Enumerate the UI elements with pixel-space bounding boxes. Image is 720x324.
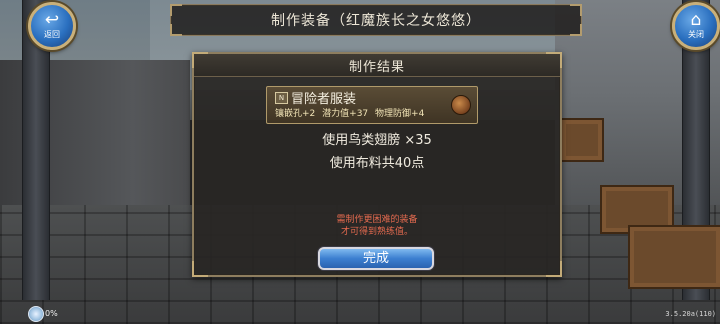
warning-text: 需制作更困难的装备 (336, 215, 418, 225)
corner-ornament (570, 24, 582, 36)
dialog-title: 制作结果 (194, 54, 560, 77)
warning-text: 才可得到熟练值。 (340, 227, 413, 237)
status-percent: 0% (45, 309, 58, 318)
corner-ornament (546, 261, 562, 277)
item-name: 冒险者服装 (291, 92, 357, 107)
material-line: 使用鸟类翅膀 ×35 (322, 133, 432, 148)
close-button[interactable]: ⌂ 关闭 (672, 2, 720, 50)
network-status-icon (28, 306, 44, 322)
corner-ornament (170, 24, 182, 36)
close-button-label: 关闭 (688, 30, 704, 39)
title-bar: 制作装备（红魔族长之女悠悠） (170, 4, 582, 36)
cloth-armor-icon (451, 95, 471, 115)
back-arrow-icon: ↩ (44, 10, 60, 30)
corner-ornament (192, 261, 208, 277)
material-line: 使用布料共40点 (329, 156, 425, 171)
item-grade-badge-icon: N (275, 92, 288, 104)
back-button-label: 返回 (44, 30, 60, 39)
item-stat: 物理防御+4 (375, 109, 425, 119)
item-stat: 潜力值+37 (322, 109, 369, 119)
item-stat: 镶嵌孔+2 (275, 109, 316, 119)
done-button[interactable]: 完成 (318, 247, 434, 270)
craft-result-dialog: 制作结果 N 冒险者服装 镶嵌孔+2 潜力值+37 物理防御+4 使用鸟类翅膀 … (192, 52, 562, 277)
page-title: 制作装备（红魔族长之女悠悠） (271, 13, 481, 29)
scene-crate (628, 225, 720, 289)
home-icon: ⌂ (690, 10, 702, 30)
corner-ornament (570, 4, 582, 16)
corner-ornament (170, 4, 182, 16)
version-label: 3.5.20a(110) (665, 310, 716, 318)
crafted-item-card[interactable]: N 冒险者服装 镶嵌孔+2 潜力值+37 物理防御+4 (266, 86, 478, 124)
scene-crate (560, 118, 604, 162)
back-button[interactable]: ↩ 返回 (28, 2, 76, 50)
item-stats: 镶嵌孔+2 潜力值+37 物理防御+4 (275, 106, 428, 119)
